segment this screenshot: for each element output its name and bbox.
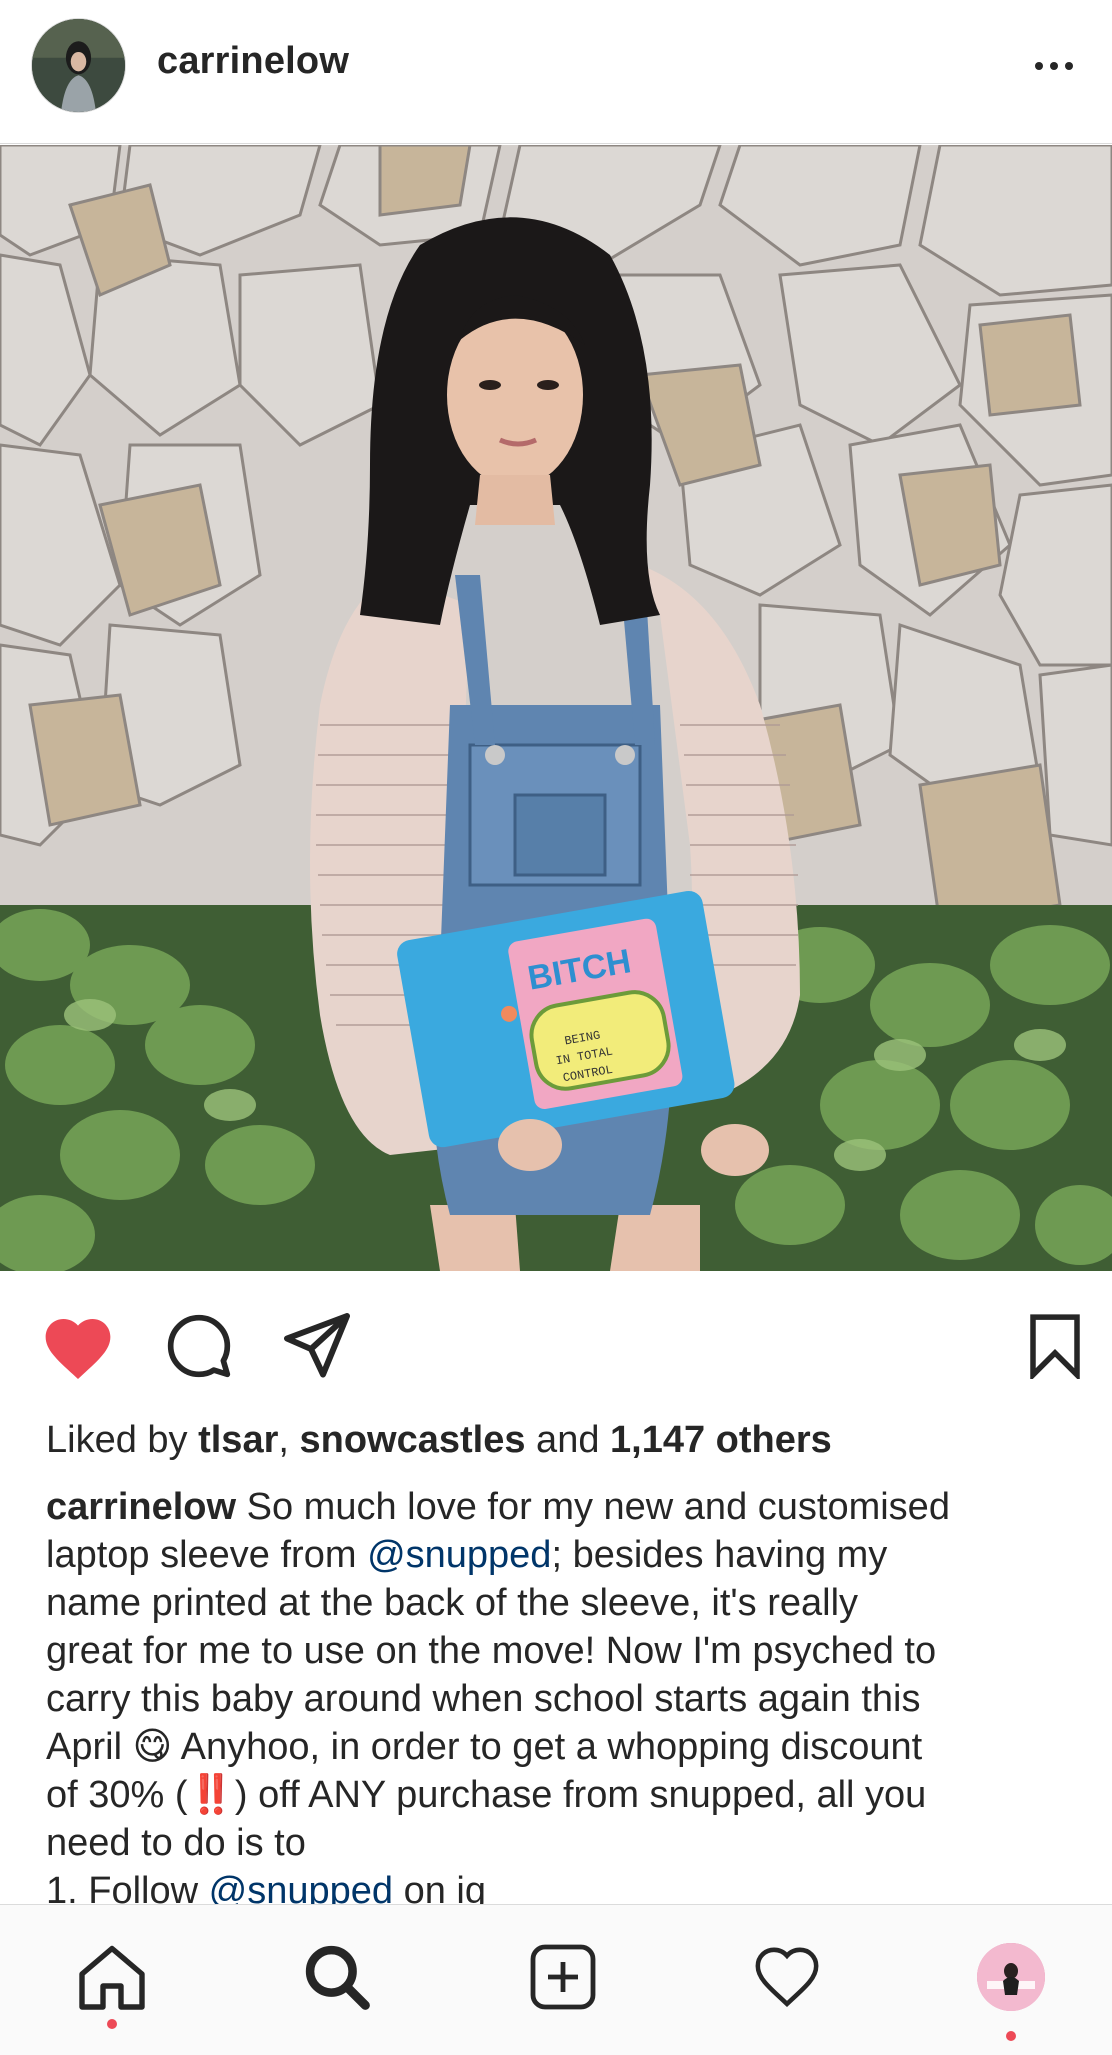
caption-line: laptop sleeve from @snupped; besides hav…	[46, 1531, 1096, 1579]
profile-notification-dot	[1006, 2031, 1016, 2041]
mention-snupped[interactable]: @snupped	[367, 1534, 551, 1576]
share-direct-icon[interactable]	[276, 1307, 358, 1385]
caption-line: carry this baby around when school start…	[46, 1678, 921, 1720]
caption-text: So much love for my new and customised	[236, 1486, 950, 1528]
tab-home[interactable]	[57, 1927, 167, 2029]
bookmark-icon[interactable]	[1018, 1307, 1092, 1385]
more-dot	[1050, 62, 1058, 70]
tab-search[interactable]	[282, 1927, 392, 2027]
post-header: carrinelow	[0, 0, 1112, 144]
post-caption: carrinelow So much love for my new and c…	[46, 1483, 1096, 1905]
emoji-double-exclamation: ‼️	[187, 1774, 235, 1816]
caption-line: name printed at the back of the sleeve, …	[46, 1582, 859, 1624]
caption-text: on ig	[393, 1870, 486, 1905]
avatar[interactable]	[31, 18, 126, 113]
more-dot	[1065, 62, 1073, 70]
home-notification-dot	[107, 2019, 117, 2029]
tab-profile[interactable]	[956, 1927, 1066, 2041]
emoji-yum: 😋	[132, 1726, 173, 1768]
avatar-image	[32, 19, 125, 112]
likes-prefix: Liked by	[46, 1419, 199, 1461]
caption-line: carrinelow So much love for my new and c…	[46, 1483, 1096, 1531]
caption-text: Anyhoo, in order to get a whopping disco…	[172, 1726, 923, 1768]
bottom-tab-bar	[0, 1904, 1112, 2055]
plus-square-icon	[530, 1944, 596, 2010]
profile-avatar	[977, 1943, 1045, 2011]
caption-line: need to do is to	[46, 1822, 306, 1864]
likes-others-count[interactable]: 1,147 others	[610, 1419, 832, 1461]
home-icon	[79, 1945, 145, 2010]
heart-outline-icon	[755, 1947, 819, 2007]
likes-separator: ,	[278, 1419, 300, 1461]
search-icon	[305, 1945, 370, 2010]
caption-text: 1. Follow	[46, 1870, 209, 1905]
caption-line: great for me to use on the move! Now I'm…	[46, 1630, 937, 1672]
mention-snupped[interactable]: @snupped	[209, 1870, 393, 1905]
liker-snowcastles[interactable]: snowcastles	[300, 1419, 526, 1461]
caption-username[interactable]: carrinelow	[46, 1486, 236, 1528]
action-bar	[0, 1271, 1112, 1421]
more-dot	[1035, 62, 1043, 70]
likes-summary[interactable]: Liked by tlsar, snowcastles and 1,147 ot…	[46, 1415, 1086, 1465]
caption-line: 1. Follow @snupped on ig	[46, 1867, 1096, 1905]
tab-new-post[interactable]	[508, 1927, 618, 2027]
caption-text: ) off ANY purchase from snupped, all you	[234, 1774, 927, 1816]
instagram-post-screen: carrinelow BITCH BEING IN TOTAL CONTROL …	[0, 0, 1112, 2055]
caption-text: laptop sleeve from	[46, 1534, 368, 1576]
caption-line: of 30% (‼️) off ANY purchase from snuppe…	[46, 1771, 1096, 1819]
more-options-icon[interactable]	[1024, 44, 1084, 88]
like-heart-icon[interactable]	[36, 1307, 120, 1385]
post-photo[interactable]: BITCH BEING IN TOTAL CONTROL	[0, 145, 1112, 1271]
username[interactable]: carrinelow	[157, 40, 349, 83]
likes-and: and	[525, 1419, 611, 1461]
caption-text: of 30% (	[46, 1774, 188, 1816]
post-photo-illustration: BITCH BEING IN TOTAL CONTROL	[0, 145, 1112, 1271]
tab-activity[interactable]	[732, 1927, 842, 2027]
caption-text: ; besides having my	[551, 1534, 888, 1576]
caption-text: April	[46, 1726, 133, 1768]
caption-line: April 😋 Anyhoo, in order to get a whoppi…	[46, 1723, 1096, 1771]
liker-tlsar[interactable]: tlsar	[198, 1419, 278, 1461]
comment-icon[interactable]	[158, 1307, 240, 1385]
